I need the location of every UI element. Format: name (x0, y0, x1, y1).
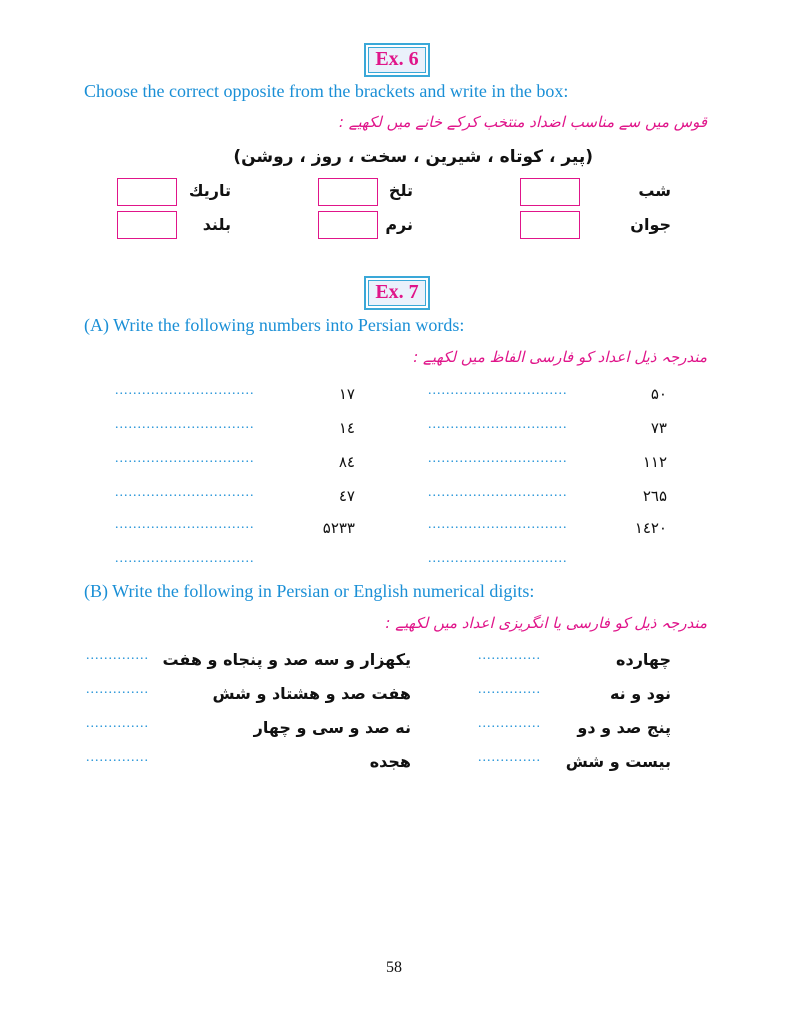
ex7a-number-3: ۷۳ (650, 419, 667, 437)
ex7b-dots-4[interactable]: .............. (86, 682, 149, 698)
ex7a-dots-7[interactable]: ............................... (428, 485, 568, 501)
ex7b-dots-8[interactable]: .............. (86, 750, 149, 766)
ex7a-dots-12[interactable]: ............................... (115, 551, 255, 567)
ex7b-instruction-english: (B) Write the following in Persian or En… (84, 581, 535, 601)
ex7a-dots-6[interactable]: ............................... (115, 451, 255, 467)
ex6-word-2: تلخ (388, 181, 413, 200)
ex7a-dots-4[interactable]: ............................... (115, 417, 255, 433)
ex7a-dots-1[interactable]: ............................... (428, 383, 568, 399)
ex6-label: Ex. 6 (364, 43, 430, 77)
ex7a-dots-10[interactable]: ............................... (115, 517, 255, 533)
ex6-answer-box-5[interactable] (318, 211, 378, 239)
ex7b-item-2: يكهزار و سه صد و پنجاه و هفت (162, 650, 411, 669)
ex6-answer-box-4[interactable] (520, 211, 580, 239)
ex7b-dots-7[interactable]: .............. (478, 750, 541, 766)
ex6-word-6: بلند (202, 215, 231, 234)
ex7a-number-4: ۱٤ (338, 419, 355, 437)
ex6-instruction-urdu: قوس میں سے مناسب اضداد منتخب کرکے خانے م… (338, 113, 707, 131)
ex7a-number-5: ۱۱۲ (642, 453, 667, 471)
ex7b-dots-3[interactable]: .............. (478, 682, 541, 698)
ex7a-number-10: ۵۲۳۳ (322, 519, 355, 537)
ex7a-number-6: ۸٤ (338, 453, 355, 471)
ex6-answer-box-2[interactable] (318, 178, 378, 206)
ex7b-item-5: پنج صد و دو (577, 718, 671, 737)
ex7a-instruction-urdu: مندرجہ ذیل اعداد کو فارسی الفاظ میں لکھی… (413, 348, 707, 366)
ex7b-item-7: بیست و شش (565, 752, 671, 771)
ex6-options: (پیر ، کوتاه ، شیرین ، سخت ، روز ، روشن) (233, 147, 593, 167)
ex7b-dots-1[interactable]: .............. (478, 648, 541, 664)
ex7b-item-8: هجده (369, 752, 411, 771)
ex7b-item-4: هفت صد و هشتاد و شش (212, 684, 411, 703)
ex7b-dots-6[interactable]: .............. (86, 716, 149, 732)
ex6-word-3: تاريك (188, 181, 231, 200)
ex7a-number-8: ٤۷ (338, 487, 355, 505)
ex7b-instruction-urdu: مندرجہ ذیل کو فارسی یا انگریزی اعداد میں… (385, 614, 707, 632)
ex7b-dots-5[interactable]: .............. (478, 716, 541, 732)
ex7a-dots-8[interactable]: ............................... (115, 485, 255, 501)
ex7b-item-3: نود و نه (609, 684, 671, 703)
ex7b-dots-2[interactable]: .............. (86, 648, 149, 664)
ex7a-number-1: ۵۰ (650, 385, 667, 403)
ex7a-dots-11[interactable]: ............................... (428, 551, 568, 567)
ex6-instruction-english: Choose the correct opposite from the bra… (84, 81, 569, 101)
ex7a-number-2: ۱۷ (338, 385, 355, 403)
ex7-label: Ex. 7 (364, 276, 430, 310)
ex6-answer-box-6[interactable] (117, 211, 177, 239)
ex6-answer-box-1[interactable] (520, 178, 580, 206)
ex7a-instruction-english: (A) Write the following numbers into Per… (84, 315, 465, 335)
ex7b-item-6: نه صد و سی و چهار (253, 718, 411, 737)
ex6-word-5: نرم (385, 215, 413, 234)
ex7a-dots-2[interactable]: ............................... (115, 383, 255, 399)
ex6-word-4: جوان (630, 215, 671, 234)
page-number: 58 (386, 959, 402, 976)
ex7b-item-1: چهارده (616, 650, 671, 669)
ex7a-dots-5[interactable]: ............................... (428, 451, 568, 467)
ex6-answer-box-3[interactable] (117, 178, 177, 206)
ex7a-number-9: ۱٤۲۰ (634, 519, 667, 537)
ex6-word-1: شب (638, 181, 671, 200)
ex7a-dots-3[interactable]: ............................... (428, 417, 568, 433)
ex7a-dots-9[interactable]: ............................... (428, 517, 568, 533)
ex7a-number-7: ۲٦۵ (642, 487, 667, 505)
